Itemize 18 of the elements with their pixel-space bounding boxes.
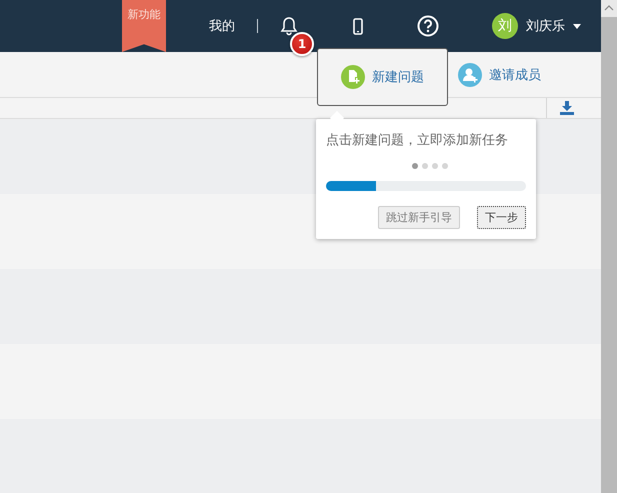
action-link[interactable]: 邀请成员 <box>458 52 541 98</box>
bell-icon[interactable] <box>280 16 298 36</box>
action-link[interactable]: 新建问题 <box>317 48 448 106</box>
notification-badge: 1 <box>290 32 314 56</box>
phone-icon[interactable] <box>353 18 363 34</box>
add-user-icon <box>458 63 482 87</box>
next-button[interactable]: 下一步 <box>477 206 526 229</box>
download-icon[interactable] <box>560 101 574 115</box>
user-name[interactable]: 刘庆乐 <box>526 17 565 35</box>
skip-button[interactable]: 跳过新手引导 <box>378 206 460 229</box>
nav-link[interactable]: 我的 <box>209 17 235 35</box>
action-label: 邀请成员 <box>489 67 541 84</box>
help-icon[interactable] <box>417 15 439 37</box>
new-document-icon <box>341 65 365 89</box>
action-label: 新建问题 <box>372 69 424 86</box>
caret-icon[interactable] <box>573 24 581 28</box>
guide-text: 点击新建问题，立即添加新任务 <box>326 132 509 149</box>
new-feature-ribbon[interactable]: 新功能 <box>122 0 166 52</box>
